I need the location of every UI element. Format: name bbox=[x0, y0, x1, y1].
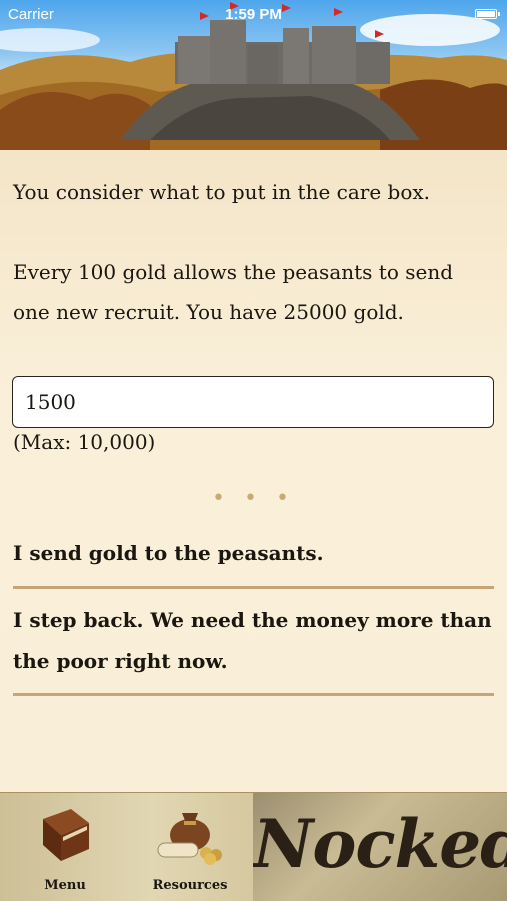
game-logo: Nocked! bbox=[253, 793, 507, 901]
resources-tab[interactable]: Resources bbox=[140, 793, 240, 901]
castle-header-image: Carrier 1:59 PM bbox=[0, 0, 507, 150]
logo-text: Nocked! bbox=[253, 805, 507, 883]
battery-icon bbox=[475, 9, 500, 19]
choice-divider bbox=[13, 693, 494, 696]
max-gold-hint: (Max: 10,000) bbox=[13, 430, 156, 454]
choice-send-gold[interactable]: I send gold to the peasants. bbox=[13, 533, 493, 574]
section-separator: • • • bbox=[212, 486, 295, 511]
menu-tab[interactable]: Menu bbox=[20, 793, 110, 901]
choice-divider bbox=[13, 586, 494, 589]
choice-step-back[interactable]: I step back. We need the money more than… bbox=[13, 600, 493, 682]
book-icon bbox=[43, 809, 89, 861]
clock-label: 1:59 PM bbox=[225, 6, 282, 23]
resources-label: Resources bbox=[152, 878, 228, 893]
story-paragraph-1: You consider what to put in the care box… bbox=[13, 180, 431, 204]
money-bag-icon bbox=[157, 813, 222, 865]
menu-label: Menu bbox=[44, 878, 86, 893]
bottom-toolbar: Menu Resources Nocked! bbox=[0, 792, 507, 901]
status-bar: Carrier 1:59 PM bbox=[0, 0, 507, 28]
story-paragraph-2: Every 100 gold allows the peasants to se… bbox=[13, 260, 453, 324]
gold-amount-input[interactable] bbox=[12, 376, 494, 428]
